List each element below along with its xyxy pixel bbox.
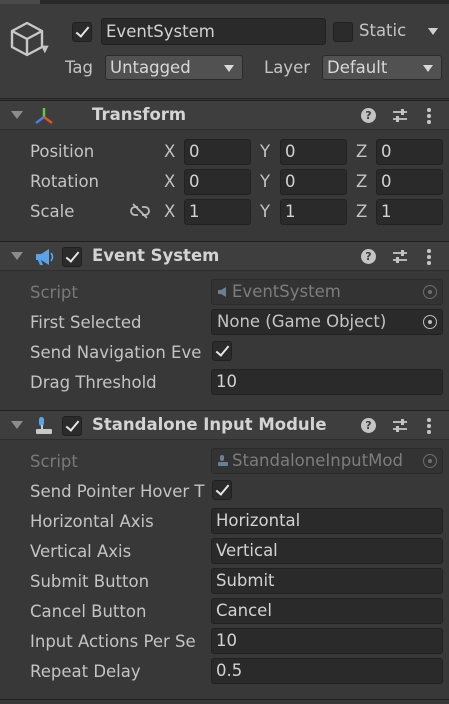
scale-label: Scale: [30, 202, 75, 221]
vertical-axis-label: Vertical Axis: [30, 542, 132, 561]
first-selected-field[interactable]: None (Game Object): [211, 309, 443, 335]
rotation-z-axis[interactable]: Z: [356, 172, 367, 191]
scale-z-axis[interactable]: Z: [356, 202, 367, 221]
section-divider: [0, 699, 449, 700]
tab-strip: [0, 0, 449, 4]
tag-value: Untagged: [110, 58, 191, 77]
chevron-down-icon: [423, 65, 433, 72]
rotation-y-axis[interactable]: Y: [260, 172, 270, 191]
presets-icon[interactable]: [391, 417, 409, 435]
first-selected-value: None (Game Object): [217, 312, 387, 331]
tag-dropdown[interactable]: Untagged: [105, 55, 243, 80]
icon-dropdown-arrow-icon[interactable]: ▼: [41, 44, 49, 55]
horizontal-axis-field[interactable]: Horizontal: [211, 508, 443, 534]
cube-icon[interactable]: [9, 20, 45, 58]
cancel-button-label: Cancel Button: [30, 602, 147, 621]
repeat-delay-field[interactable]: 0.5: [211, 658, 443, 684]
inspector-tab[interactable]: [0, 0, 40, 4]
standalone-script-field: StandaloneInputMod: [211, 448, 443, 474]
script-file-icon: [218, 287, 226, 297]
rotation-y-field[interactable]: 0: [280, 169, 347, 195]
foldout-arrow-icon[interactable]: [11, 421, 23, 429]
horizontal-axis-label: Horizontal Axis: [30, 512, 154, 531]
inspector-header: ▼ EventSystem Static Tag Untagged Layer …: [0, 0, 449, 99]
megaphone-icon: [36, 249, 54, 265]
presets-icon[interactable]: [391, 107, 409, 125]
vertical-axis-field[interactable]: Vertical: [211, 538, 443, 564]
input-actions-field[interactable]: 10: [211, 628, 443, 654]
transform-title: Transform: [92, 105, 187, 124]
layer-value: Default: [327, 58, 388, 77]
tag-label: Tag: [65, 58, 93, 77]
first-selected-label: First Selected: [30, 313, 142, 332]
script-value: StandaloneInputMod: [232, 451, 403, 470]
transform-header[interactable]: Transform ?: [0, 100, 449, 130]
position-label: Position: [30, 142, 95, 161]
kebab-menu-icon[interactable]: [427, 418, 431, 434]
send-pointer-hover-checkbox[interactable]: [212, 480, 232, 500]
position-x-field[interactable]: 0: [184, 139, 251, 165]
script-value: EventSystem: [232, 282, 341, 301]
standalone-input-header[interactable]: Standalone Input Module ?: [0, 410, 449, 440]
chevron-down-icon: [224, 65, 234, 72]
static-label: Static: [359, 21, 407, 40]
standalone-enabled-checkbox[interactable]: [62, 416, 82, 436]
layer-dropdown[interactable]: Default: [322, 55, 442, 80]
position-z-field[interactable]: 0: [376, 139, 443, 165]
rotation-label: Rotation: [30, 172, 100, 191]
input-actions-label: Input Actions Per Se: [30, 632, 196, 651]
kebab-menu-icon[interactable]: [427, 249, 431, 265]
scale-x-field[interactable]: 1: [184, 199, 251, 225]
transform-axes-icon: [35, 108, 53, 124]
rotation-x-field[interactable]: 0: [184, 169, 251, 195]
object-picker-icon: [423, 454, 437, 468]
kebab-menu-icon[interactable]: [427, 108, 431, 124]
submit-button-label: Submit Button: [30, 572, 150, 591]
scale-x-axis[interactable]: X: [164, 202, 175, 221]
presets-icon[interactable]: [391, 248, 409, 266]
unlinked-scale-icon[interactable]: [130, 202, 150, 220]
rotation-z-field[interactable]: 0: [376, 169, 443, 195]
send-navigation-checkbox[interactable]: [212, 341, 232, 361]
foldout-arrow-icon[interactable]: [11, 252, 23, 260]
send-pointer-hover-label: Send Pointer Hover T: [30, 482, 205, 501]
object-picker-icon[interactable]: [423, 315, 437, 329]
layer-label: Layer: [264, 58, 311, 77]
script-file-icon: [218, 455, 228, 466]
drag-threshold-label: Drag Threshold: [30, 373, 157, 392]
submit-button-field[interactable]: Submit: [211, 568, 443, 594]
cancel-button-field[interactable]: Cancel: [211, 598, 443, 624]
help-icon[interactable]: ?: [361, 418, 376, 433]
static-dropdown-arrow-icon[interactable]: [428, 28, 438, 35]
event-system-header[interactable]: Event System ?: [0, 241, 449, 271]
help-icon[interactable]: ?: [361, 108, 376, 123]
active-checkbox[interactable]: [72, 22, 92, 42]
scale-z-field[interactable]: 1: [376, 199, 443, 225]
event-system-script-field: EventSystem: [211, 279, 443, 305]
help-icon[interactable]: ?: [361, 249, 376, 264]
event-system-title: Event System: [92, 246, 220, 265]
script-label: Script: [30, 283, 78, 302]
scale-y-field[interactable]: 1: [280, 199, 347, 225]
position-y-axis[interactable]: Y: [260, 142, 270, 161]
rotation-x-axis[interactable]: X: [164, 172, 175, 191]
event-system-enabled-checkbox[interactable]: [62, 247, 82, 267]
scale-y-axis[interactable]: Y: [260, 202, 270, 221]
standalone-title: Standalone Input Module: [92, 415, 327, 434]
position-x-axis[interactable]: X: [164, 142, 175, 161]
foldout-arrow-icon[interactable]: [11, 111, 23, 119]
object-picker-icon: [423, 285, 437, 299]
script-label: Script: [30, 452, 78, 471]
send-navigation-label: Send Navigation Eve: [30, 343, 202, 362]
drag-threshold-field[interactable]: 10: [211, 369, 443, 395]
position-z-axis[interactable]: Z: [356, 142, 367, 161]
static-checkbox[interactable]: [333, 22, 353, 42]
input-module-icon: [36, 417, 52, 434]
repeat-delay-label: Repeat Delay: [30, 662, 141, 681]
object-name-field[interactable]: EventSystem: [101, 18, 326, 45]
position-y-field[interactable]: 0: [280, 139, 347, 165]
